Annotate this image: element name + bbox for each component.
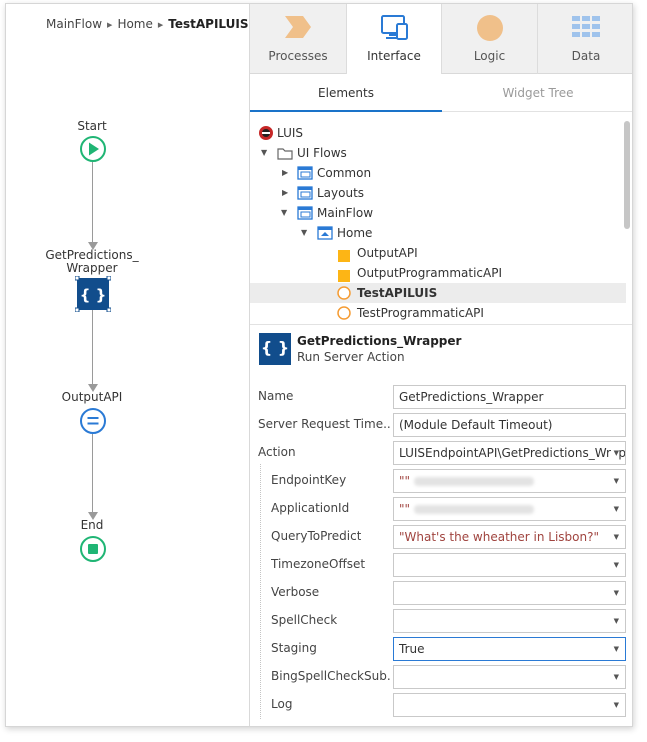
end-node[interactable] <box>79 535 107 566</box>
breadcrumb-flow[interactable]: MainFlow <box>46 17 102 31</box>
start-node-label: Start <box>77 119 107 133</box>
action-select[interactable]: LUISEndpointAPI\GetPredictions_Wrapper ▼ <box>393 441 626 465</box>
timezoneoffset-input[interactable]: ▼ <box>393 553 626 577</box>
data-icon <box>571 14 601 43</box>
play-icon <box>80 136 106 162</box>
server-action-icon: { } <box>74 275 112 313</box>
param-log: Log ▼ <box>250 691 632 719</box>
expanded-arrow-icon[interactable]: ▼ <box>261 143 267 163</box>
tree-item-outputapi[interactable]: OutputAPI <box>250 243 626 263</box>
app-window: MainFlow ▶ Home ▶ TestAPILUIS Start GetPredi… <box>5 3 633 727</box>
processes-icon <box>283 14 313 43</box>
tree-item-outputprogrammaticapi[interactable]: OutputProgrammaticAPI <box>250 263 626 283</box>
staging-input[interactable]: True ▼ <box>393 637 626 661</box>
element-tree: LUIS ▼ UI Flows ▶ Common ▶ Layouts ▼ Mai… <box>250 112 632 324</box>
dropdown-arrow-icon: ▼ <box>610 442 619 464</box>
endpointkey-input[interactable]: "" ▼ <box>393 469 626 493</box>
assign-icon <box>80 408 106 434</box>
property-timeout: Server Request Time... (Module Default T… <box>250 411 632 439</box>
tab-elements[interactable]: Elements <box>250 74 442 112</box>
param-endpointkey: EndpointKey "" ▼ <box>250 467 632 495</box>
dropdown-arrow-icon: ▼ <box>610 498 619 520</box>
querytopredict-input[interactable]: "What's the wheather in Lisbon?" ▼ <box>393 525 626 549</box>
selected-element-header: { } GetPredictions_Wrapper Run Server Ac… <box>250 325 632 375</box>
timeout-input[interactable]: (Module Default Timeout) <box>393 413 626 437</box>
tree-item-common[interactable]: ▶ Common <box>250 163 626 183</box>
start-node[interactable] <box>79 135 107 166</box>
tree-item-home[interactable]: ▼ Home <box>250 223 626 243</box>
param-timezoneoffset: TimezoneOffset ▼ <box>250 551 632 579</box>
tree-item-testapiluis[interactable]: TestAPILUIS <box>250 283 626 303</box>
sub-tabs: Elements Widget Tree <box>250 74 632 112</box>
redacted-value <box>414 477 535 486</box>
breadcrumb-separator-icon: ▶ <box>107 21 113 29</box>
stop-icon <box>80 536 106 562</box>
applicationid-input[interactable]: "" ▼ <box>393 497 626 521</box>
tree-item-testprogrammaticapi[interactable]: TestProgrammaticAPI <box>250 303 626 323</box>
main-tabs: Processes Interface Logic Data <box>250 4 632 75</box>
dropdown-arrow-icon: ▼ <box>610 526 619 548</box>
flow-canvas[interactable]: MainFlow ▶ Home ▶ TestAPILUIS Start GetPredi… <box>6 4 249 726</box>
collapsed-arrow-icon[interactable]: ▶ <box>282 163 288 183</box>
param-applicationid: ApplicationId "" ▼ <box>250 495 632 523</box>
param-querytopredict: QueryToPredict "What's the wheather in L… <box>250 523 632 551</box>
property-action: Action LUISEndpointAPI\GetPredictions_Wr… <box>250 439 632 467</box>
logic-icon <box>475 14 505 45</box>
param-staging: Staging True ▼ <box>250 635 632 663</box>
dropdown-arrow-icon: ▼ <box>610 470 619 492</box>
connector-line <box>92 162 93 244</box>
output-node[interactable] <box>79 407 107 438</box>
dropdown-arrow-icon: ▼ <box>610 694 619 716</box>
spellcheck-input[interactable]: ▼ <box>393 609 626 633</box>
dropdown-arrow-icon: ▼ <box>610 554 619 576</box>
bingspellchecksub-input[interactable]: ▼ <box>393 665 626 689</box>
property-name: Name GetPredictions_Wrapper <box>250 383 632 411</box>
breadcrumb-screen[interactable]: Home <box>117 17 152 31</box>
interface-icon <box>379 14 409 45</box>
dropdown-arrow-icon: ▼ <box>610 610 619 632</box>
expanded-arrow-icon[interactable]: ▼ <box>301 223 307 243</box>
collapsed-arrow-icon[interactable]: ▶ <box>282 183 288 203</box>
svg-text:{ }: { } <box>80 286 107 304</box>
end-node-label: End <box>80 518 104 532</box>
screen-circle-icon <box>337 306 351 326</box>
tree-scrollbar[interactable] <box>624 121 630 229</box>
selected-element-title: GetPredictions_Wrapper <box>297 334 462 348</box>
verbose-input[interactable]: ▼ <box>393 581 626 605</box>
dropdown-arrow-icon: ▼ <box>610 582 619 604</box>
dropdown-arrow-icon: ▼ <box>610 666 619 688</box>
dropdown-arrow-icon: ▼ <box>610 638 619 660</box>
tab-interface[interactable]: Interface <box>347 4 442 75</box>
param-spellcheck: SpellCheck ▼ <box>250 607 632 635</box>
selected-element-type: Run Server Action <box>297 350 405 364</box>
server-action-node[interactable]: { } <box>74 275 112 315</box>
tree-item-ui-flows[interactable]: ▼ UI Flows <box>250 143 626 163</box>
action-node-label: GetPredictions_ Wrapper <box>45 248 139 275</box>
log-input[interactable]: ▼ <box>393 693 626 717</box>
breadcrumb: MainFlow ▶ Home ▶ TestAPILUIS <box>46 17 249 31</box>
connector-line <box>92 310 93 386</box>
tab-logic[interactable]: Logic <box>442 4 538 74</box>
param-verbose: Verbose ▼ <box>250 579 632 607</box>
tab-widget-tree[interactable]: Widget Tree <box>442 74 632 112</box>
output-node-label: OutputAPI <box>61 390 123 404</box>
tree-item-layouts[interactable]: ▶ Layouts <box>250 183 626 203</box>
server-action-icon: { } <box>259 333 291 365</box>
tree-item-luis[interactable]: LUIS <box>250 123 626 143</box>
tab-data[interactable]: Data <box>538 4 632 74</box>
breadcrumb-separator-icon: ▶ <box>157 21 164 29</box>
connector-line <box>92 434 93 514</box>
right-panel: Processes Interface Logic Data Elements … <box>249 4 632 726</box>
tree-item-mainflow[interactable]: ▼ MainFlow <box>250 203 626 223</box>
name-input[interactable]: GetPredictions_Wrapper <box>393 385 626 409</box>
redacted-value <box>414 505 535 514</box>
tab-processes[interactable]: Processes <box>250 4 347 74</box>
expanded-arrow-icon[interactable]: ▼ <box>281 203 287 223</box>
breadcrumb-current: TestAPILUIS <box>168 17 249 31</box>
param-bingspellchecksub: BingSpellCheckSub... ▼ <box>250 663 632 691</box>
